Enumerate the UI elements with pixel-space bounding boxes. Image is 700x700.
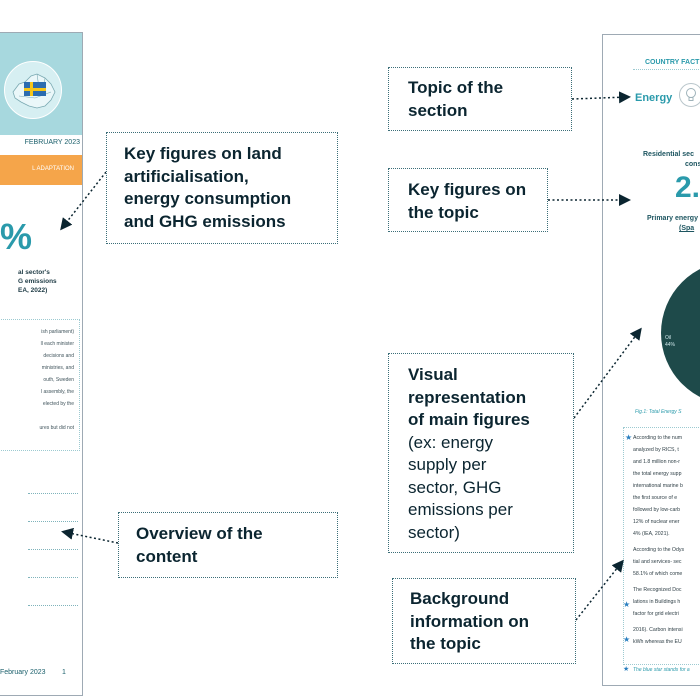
lightbulb-icon (679, 83, 700, 107)
star-icon: ★ (623, 600, 631, 609)
key-figure-caption-line: G emissions (18, 278, 57, 285)
callout-line: section (408, 100, 468, 120)
callout-overview: Overview of the content (118, 512, 338, 578)
callout-line: Background (410, 589, 510, 608)
callout-line: Key figures on land (124, 144, 282, 163)
governance-text-box (0, 319, 80, 451)
footnote: The blue star stands for a (633, 667, 690, 673)
callout-line: Key figures on (408, 180, 527, 199)
energy-supply-pie-chart (661, 269, 700, 397)
toc-divider (28, 493, 78, 494)
callout-line: Topic of the (408, 78, 504, 97)
background-text-line: the first source of e (633, 495, 678, 501)
section-band-label: L ADAPTATION (32, 166, 74, 172)
background-text-line: 58.1% of which come (633, 571, 683, 577)
chart-source: (Spa (679, 225, 695, 232)
background-text-line: According to the num (633, 435, 683, 441)
header-divider (633, 69, 700, 70)
pie-slice-oil (661, 269, 700, 397)
page-number: 1 (62, 669, 66, 676)
body-text-line: l assembly, the (41, 389, 74, 395)
footer-date: February 2023 (0, 669, 46, 676)
background-text-line: factor for grid electri (633, 611, 679, 617)
toc-divider (28, 577, 78, 578)
callout-line: sector) (408, 522, 460, 542)
chart-caption: Primary energy (647, 215, 698, 222)
callout-topic-section: Topic of the section (388, 67, 572, 131)
callout-line: the topic (410, 634, 481, 653)
key-figure-caption: consum (685, 161, 700, 168)
background-text-line: the total energy supp (633, 471, 682, 477)
toc-divider (28, 521, 78, 522)
callout-line: sector, GHG (408, 477, 502, 497)
left-factsheet-page: FEBRUARY 2023 L ADAPTATION % al sector's… (0, 32, 83, 696)
sweden-flag-icon (24, 82, 46, 96)
body-text-line: outh, Sweden (43, 377, 74, 383)
right-factsheet-page: COUNTRY FACT Energy Residential sec cons… (602, 34, 700, 686)
star-icon: ★ (625, 433, 633, 442)
background-text-line: 12% of nuclear ener (633, 519, 680, 525)
pie-slice-value: 44% (665, 342, 676, 348)
callout-line: and GHG emissions (124, 211, 286, 231)
background-text-line: international marine b (633, 483, 683, 489)
star-icon: ★ (623, 635, 631, 644)
callout-key-figures-topic: Key figures on the topic (388, 168, 548, 232)
background-text-line: tial and services- sec (633, 559, 682, 565)
body-text-line: ish parliament) (41, 329, 74, 335)
callout-line: representation (408, 387, 527, 407)
toc-divider (28, 605, 78, 606)
callout-line: information on (410, 611, 529, 631)
callout-background-info: Background information on the topic (392, 578, 576, 664)
body-text-line: ures but did not (39, 425, 74, 431)
key-figure-value: 2. (675, 171, 700, 204)
callout-line: energy consumption (124, 189, 292, 208)
background-text-line: kWh whereas the EU (633, 639, 682, 645)
key-figure-caption: Residential sec (643, 151, 694, 158)
section-topic: Energy (635, 92, 673, 104)
star-icon: ★ (623, 666, 630, 673)
callout-line: content (136, 546, 198, 566)
body-text-line: elected by the (42, 401, 74, 407)
callout-line: Visual (408, 365, 458, 384)
background-text-line: lations in Buildings h (633, 599, 681, 605)
background-text-line: followed by low-carb (633, 507, 680, 513)
key-figure-caption-line: EA, 2022) (18, 287, 48, 294)
background-text-line: The Recognized Doc (633, 587, 682, 593)
background-text-line: 2016). Carbon intensi (633, 627, 683, 633)
key-figure-caption-line: al sector's (18, 269, 50, 276)
key-figure-value: % (0, 216, 33, 257)
body-text-line: decisions and (43, 353, 74, 359)
pie-slice-label: Oil (665, 335, 672, 341)
callout-line: artificialisation, (124, 166, 249, 186)
page-header-title: COUNTRY FACT (645, 59, 700, 66)
callout-line: (ex: energy (408, 432, 494, 452)
callout-line: Overview of the (136, 524, 263, 543)
callout-key-figures-land: Key figures on land artificialisation, e… (106, 132, 338, 244)
report-date: FEBRUARY 2023 (24, 139, 80, 146)
callout-line: of main figures (408, 410, 530, 429)
page-footer: February 2023 1 (0, 669, 82, 676)
callout-line: the topic (408, 202, 479, 222)
background-text-line: and 1.8 million non-r (633, 459, 681, 465)
body-text-line: ministries, and (41, 365, 74, 371)
toc-divider (28, 549, 78, 550)
background-text-line: According to the Odys (633, 547, 685, 553)
body-text-line: ll each minister (40, 341, 74, 347)
callout-line: supply per (408, 455, 487, 474)
figure-caption: Fig.1: Total Energy S (635, 409, 682, 415)
section-band: L ADAPTATION (0, 155, 82, 185)
background-text-line: analyzed by RICS, t (633, 447, 679, 453)
background-text-line: 4% (IEA, 2021). (633, 531, 670, 537)
callout-line: emissions per (408, 500, 513, 519)
annotated-factsheet-figure: FEBRUARY 2023 L ADAPTATION % al sector's… (0, 0, 700, 700)
callout-arrows (60, 91, 642, 621)
callout-visual-representation: Visual representation of main figures (e… (388, 353, 574, 553)
